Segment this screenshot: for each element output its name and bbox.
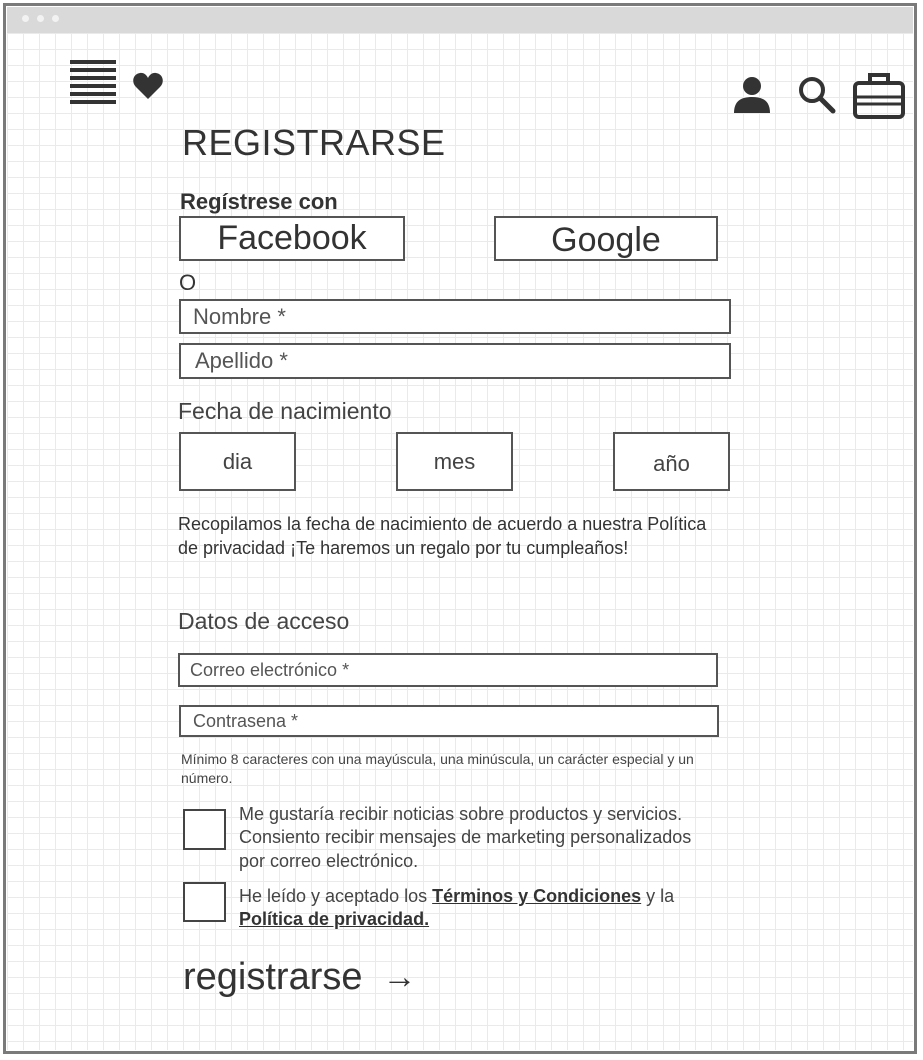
search-icon[interactable] <box>797 75 837 115</box>
birthdate-label: Fecha de nacimiento <box>178 398 392 424</box>
terms-checkbox[interactable] <box>183 882 226 922</box>
terms-link[interactable]: Términos y Condiciones <box>432 886 641 906</box>
password-placeholder: Contrasena * <box>193 710 299 731</box>
user-icon[interactable] <box>733 76 771 114</box>
terms-text: He leído y aceptado los Términos y Condi… <box>239 885 739 932</box>
page-title: REGISTRARSE <box>182 122 446 163</box>
privacy-link[interactable]: Política de privacidad. <box>239 909 429 929</box>
or-separator: O <box>179 270 197 295</box>
window-dot <box>22 15 29 22</box>
last-name-placeholder: Apellido * <box>195 348 288 373</box>
access-data-heading: Datos de acceso <box>178 608 350 634</box>
last-name-field[interactable]: Apellido * <box>179 343 731 379</box>
window-dot <box>37 15 44 22</box>
arrow-right-icon: → <box>382 958 417 996</box>
terms-prefix: He leído y aceptado los <box>239 886 433 906</box>
heart-icon[interactable] <box>133 72 163 100</box>
password-hint: Mínimo 8 caracteres con una mayúscula, u… <box>181 751 694 786</box>
email-placeholder: Correo electrónico * <box>190 659 350 680</box>
cart-icon[interactable] <box>852 70 906 120</box>
newsletter-checkbox[interactable] <box>183 809 226 850</box>
window-titlebar <box>7 7 913 33</box>
first-name-field[interactable]: Nombre * <box>179 299 731 334</box>
birthdate-note: Recopilamos la fecha de nacimiento de ac… <box>178 514 707 559</box>
google-button[interactable]: Google <box>494 216 718 261</box>
email-field[interactable]: Correo electrónico * <box>178 653 718 687</box>
password-field[interactable]: Contrasena * <box>179 705 719 737</box>
first-name-placeholder: Nombre * <box>193 303 286 329</box>
day-select[interactable]: dia <box>179 432 296 491</box>
newsletter-text: Me gustaría recibir noticias sobre produ… <box>239 804 692 871</box>
year-select[interactable]: año <box>613 432 730 491</box>
window-dot <box>52 15 59 22</box>
terms-mid: y la <box>641 886 675 906</box>
month-select[interactable]: mes <box>396 432 513 491</box>
facebook-button[interactable]: Facebook <box>179 216 405 261</box>
register-submit-button[interactable]: registrarse → <box>183 956 417 999</box>
menu-icon[interactable] <box>70 60 116 104</box>
submit-label: registrarse <box>183 956 363 998</box>
social-register-heading: Regístrese con <box>180 189 338 214</box>
